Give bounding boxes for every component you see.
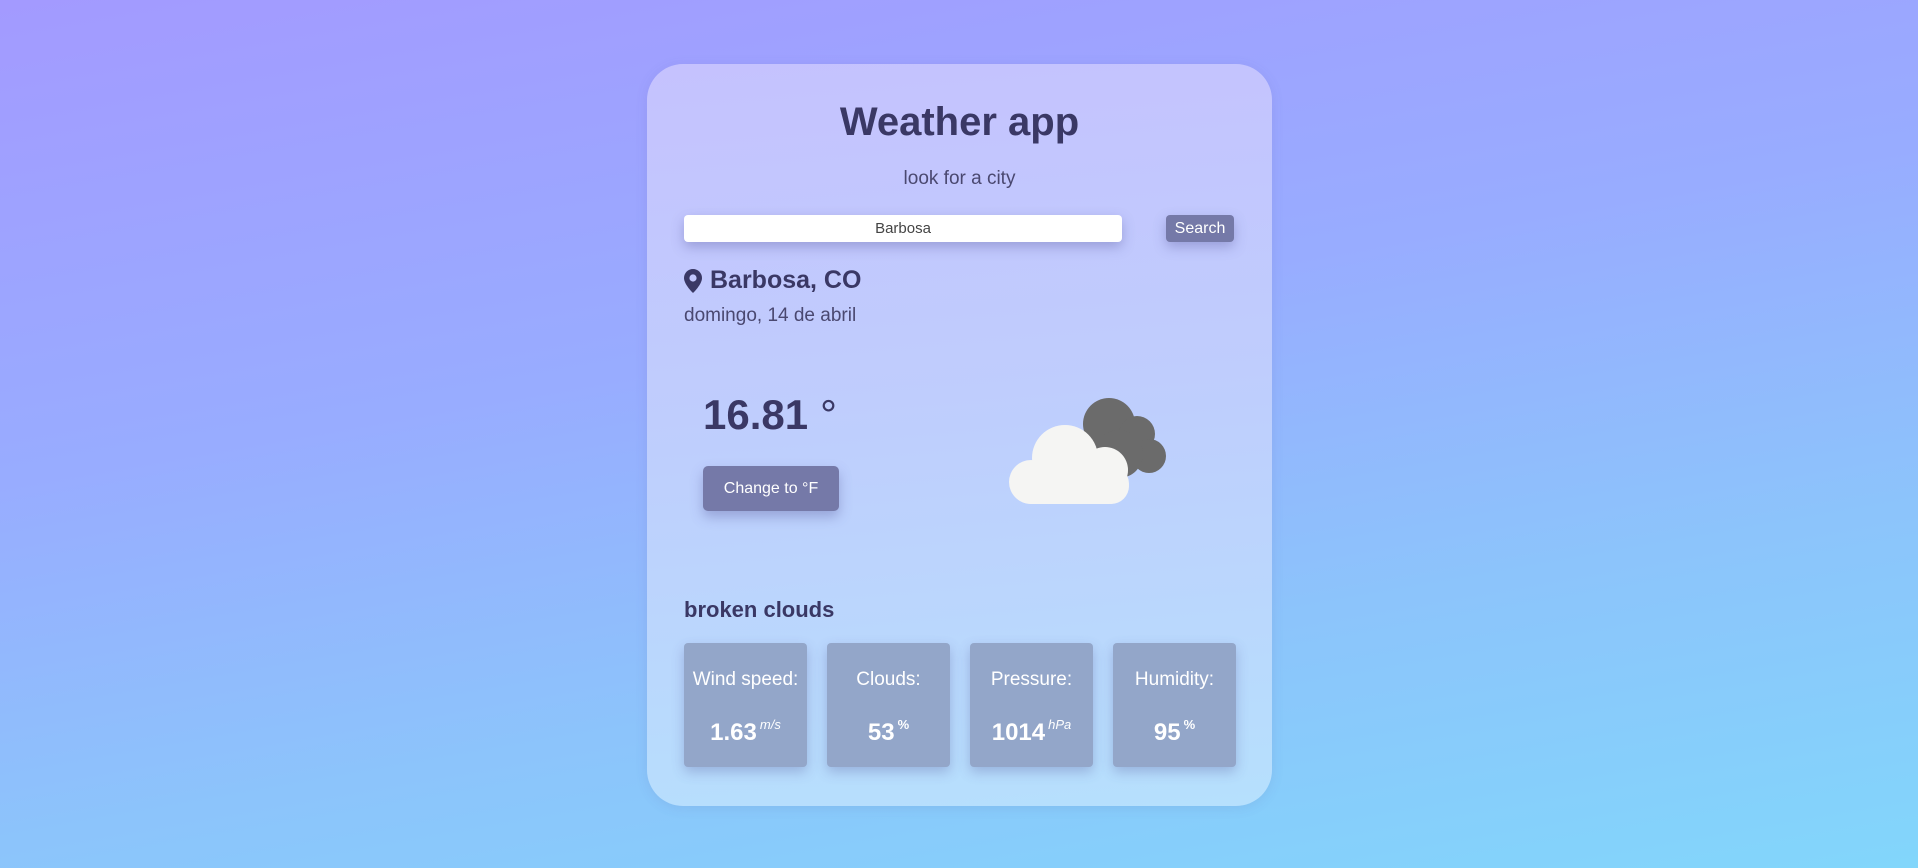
stats-row: Wind speed: 1.63 m/s Clouds: 53% Pressure…	[684, 643, 1236, 767]
stat-value: 1.63 m/s	[684, 717, 807, 747]
stat-number: 95	[1153, 719, 1181, 746]
stat-value: 95%	[1113, 717, 1236, 747]
city-search-input[interactable]	[684, 215, 1122, 242]
temperature-value: 16.81	[703, 391, 809, 438]
map-pin-icon	[684, 268, 702, 293]
change-unit-button[interactable]: Change to °F	[703, 466, 839, 511]
stat-unit: m/s	[759, 717, 781, 732]
stat-label: Wind speed:	[692, 668, 799, 690]
stat-clouds: Clouds: 53%	[827, 643, 950, 767]
weather-card: Weather app look for a city Search Barbo…	[647, 64, 1272, 806]
stat-number: 1014	[991, 719, 1046, 746]
stat-humidity: Humidity: 95%	[1113, 643, 1236, 767]
city-name: Barbosa, CO	[710, 266, 862, 294]
stat-unit: hPa	[1048, 717, 1072, 732]
stat-value: 53%	[827, 717, 950, 747]
app-subtitle: look for a city	[903, 168, 1016, 189]
stat-pressure: Pressure: 1014 hPa	[970, 643, 1093, 767]
degree-symbol: °	[820, 391, 837, 438]
stat-unit: %	[1183, 717, 1196, 732]
current-date: domingo, 14 de abril	[684, 305, 857, 326]
search-button[interactable]: Search	[1166, 215, 1234, 242]
stat-label: Pressure:	[990, 668, 1073, 690]
app-title: Weather app	[839, 100, 1080, 144]
stat-wind-speed: Wind speed: 1.63 m/s	[684, 643, 807, 767]
stat-number: 1.63	[710, 719, 757, 746]
location-header: Barbosa, CO	[684, 266, 861, 295]
weather-description: broken clouds	[684, 597, 835, 622]
stat-unit: %	[897, 717, 910, 732]
stat-label: Humidity:	[1134, 668, 1215, 690]
stat-number: 53	[867, 719, 895, 746]
temperature-display: 16.81 °	[703, 394, 837, 436]
broken-clouds-icon	[1009, 398, 1166, 504]
stat-value: 1014 hPa	[970, 717, 1093, 747]
stat-label: Clouds:	[856, 668, 921, 690]
